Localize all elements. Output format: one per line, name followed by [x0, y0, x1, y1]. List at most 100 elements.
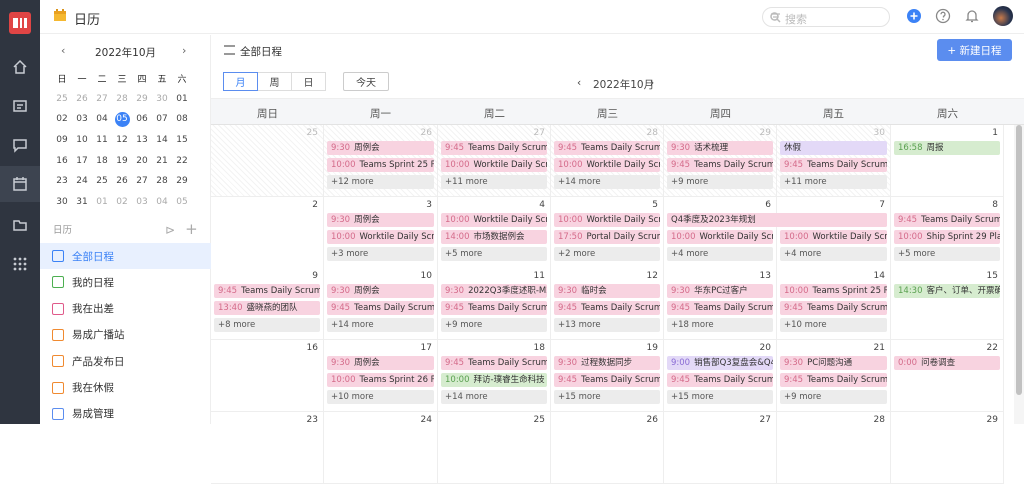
event-chip[interactable]: 10:00Teams Sprint 25 Rev...: [780, 284, 887, 298]
more-events-link[interactable]: +9 more: [780, 390, 887, 404]
more-events-link[interactable]: +12 more: [327, 175, 434, 189]
calendar-item[interactable]: 易成广播站: [40, 322, 211, 348]
mini-day[interactable]: 20: [132, 156, 152, 166]
event-chip[interactable]: 10:00Worktile Daily Scru...: [441, 158, 547, 172]
event-chip[interactable]: 9:45Teams Daily Scrum M...: [554, 141, 660, 155]
more-events-link[interactable]: +14 more: [327, 318, 434, 332]
event-chip[interactable]: 9:45Teams Daily Scrum M...: [441, 301, 547, 315]
day-cell[interactable]: 410:00Worktile Daily Scru...14:00市场数据例会+…: [438, 197, 551, 269]
more-events-link[interactable]: +5 more: [441, 247, 547, 261]
event-chip[interactable]: 9:45Teams Daily Scrum M...: [554, 301, 660, 315]
event-chip[interactable]: 13:40 盛晓燕的团队: [214, 301, 320, 315]
mini-day[interactable]: 26: [112, 176, 132, 186]
day-cell[interactable]: 22 0:00 问卷调查: [891, 340, 1004, 412]
view-day-tab[interactable]: 日: [291, 72, 326, 91]
calendar-item[interactable]: 产品发布日: [40, 348, 211, 374]
mini-day[interactable]: 11: [92, 135, 112, 145]
event-chip[interactable]: 9:45Teams Daily Scrum M...: [554, 373, 660, 387]
event-chip[interactable]: 9:45Teams Daily Scrum M...: [327, 301, 434, 315]
event-chip[interactable]: 10:00Teams Sprint 25 Pla...: [327, 158, 434, 172]
event-chip[interactable]: 9:45Teams Daily Scrum M...: [441, 356, 547, 370]
day-cell[interactable]: 14 10:00Teams Sprint 25 Rev... 9:45Teams D…: [777, 268, 891, 340]
grid-apps-icon[interactable]: [0, 246, 40, 282]
more-events-link[interactable]: +11 more: [780, 175, 887, 189]
event-chip[interactable]: 9:45Teams Daily Scrum M...: [667, 158, 773, 172]
mini-day[interactable]: 21: [152, 156, 172, 166]
day-cell[interactable]: 510:00Worktile Daily Scru...17:50Portal …: [551, 197, 664, 269]
mini-day[interactable]: 04: [92, 114, 112, 124]
mini-day[interactable]: 03: [72, 114, 92, 124]
mini-day[interactable]: 16: [52, 156, 72, 166]
mini-day[interactable]: 01: [172, 94, 192, 104]
day-cell[interactable]: 23: [211, 412, 324, 484]
event-chip[interactable]: 9:30 话术梳理: [667, 141, 773, 155]
rss-icon[interactable]: ⊳: [165, 223, 175, 237]
mini-day[interactable]: 18: [92, 156, 112, 166]
search-input[interactable]: 搜索: [762, 7, 890, 27]
mini-day[interactable]: 02: [112, 197, 132, 207]
mini-day[interactable]: 07: [152, 114, 172, 124]
event-chip[interactable]: 10:00Teams Sprint 26 Pla...: [327, 373, 434, 387]
day-cell[interactable]: 28 9:45Teams Daily Scrum M... 10:00Worktil…: [551, 125, 664, 197]
event-chip[interactable]: Q4季度及2023年规划: [667, 213, 887, 227]
day-cell[interactable]: 27 9:45Teams Daily Scrum M... 10:00Worktil…: [438, 125, 551, 197]
folder-icon[interactable]: [0, 207, 40, 243]
event-chip[interactable]: 9:45Teams Daily Scrum M...: [894, 213, 1000, 227]
more-events-link[interactable]: +14 more: [554, 175, 660, 189]
event-chip[interactable]: 10:00Worktile Daily Scru...: [554, 158, 660, 172]
event-chip[interactable]: 9:30 过程数据同步: [554, 356, 660, 370]
calendar-item[interactable]: 我的日程: [40, 269, 211, 295]
event-chip[interactable]: 14:00 市场数据例会: [441, 230, 547, 244]
day-cell[interactable]: 3 9:30周例会 10:00Worktile Daily Scru... +3 mo…: [324, 197, 438, 269]
mini-day[interactable]: 27: [132, 176, 152, 186]
day-cell[interactable]: 15 14:30客户、订单、开票确...: [891, 268, 1004, 340]
add-calendar-icon[interactable]: +: [185, 220, 198, 238]
more-events-link[interactable]: +4 more: [667, 247, 773, 261]
view-month-tab[interactable]: 月: [223, 72, 258, 91]
event-chip[interactable]: 10:00Worktile Daily Scru...: [441, 213, 547, 227]
day-cell[interactable]: 9 9:45Teams Daily Scrum M... 13:40盛晓燕的团队 +8…: [211, 268, 324, 340]
day-cell[interactable]: 199:30过程数据同步9:45Teams Daily Scrum M...+1…: [551, 340, 664, 412]
day-cell[interactable]: 25: [211, 125, 324, 197]
event-chip[interactable]: 9:45Teams Daily Scrum M...: [214, 284, 320, 298]
day-cell[interactable]: 109:30周例会9:45Teams Daily Scrum M...+14 m…: [324, 268, 438, 340]
event-chip[interactable]: 休假: [780, 141, 887, 155]
event-chip[interactable]: 10:00Worktile Daily Scru...: [554, 213, 660, 227]
day-cell[interactable]: 119:302022Q3季度述职-M2...9:45Teams Daily Sc…: [438, 268, 551, 340]
day-cell[interactable]: 16: [211, 340, 324, 412]
mini-day[interactable]: 23: [52, 176, 72, 186]
today-button[interactable]: 今天: [343, 72, 389, 91]
event-chip[interactable]: 9:30 周例会: [327, 356, 434, 370]
more-events-link[interactable]: +15 more: [667, 390, 773, 404]
prev-month-icon[interactable]: ‹: [577, 77, 581, 89]
avatar[interactable]: [993, 6, 1013, 26]
event-chip[interactable]: 9:302022Q3季度述职-M2...: [441, 284, 547, 298]
mini-day[interactable]: 13: [132, 135, 152, 145]
view-week-tab[interactable]: 周: [257, 72, 292, 91]
more-events-link[interactable]: +3 more: [327, 247, 434, 261]
day-cell[interactable]: 129:30临时会9:45Teams Daily Scrum M...+13 m…: [551, 268, 664, 340]
day-cell[interactable]: 27: [664, 412, 777, 484]
mini-day[interactable]: 31: [72, 197, 92, 207]
help-icon[interactable]: [935, 8, 951, 24]
more-events-link[interactable]: +4 more: [780, 247, 887, 261]
add-circle-icon[interactable]: [906, 8, 922, 24]
more-events-link[interactable]: +11 more: [441, 175, 547, 189]
day-cell[interactable]: 2: [211, 197, 324, 269]
mini-day[interactable]: 05: [172, 197, 192, 207]
calendar-item[interactable]: 易成管理: [40, 401, 211, 427]
event-chip[interactable]: 9:30 临时会: [554, 284, 660, 298]
event-chip[interactable]: 9:45Teams Daily Scrum M...: [667, 301, 773, 315]
mini-day[interactable]: 05: [114, 111, 130, 127]
more-events-link[interactable]: +15 more: [554, 390, 660, 404]
mini-day[interactable]: 27: [92, 94, 112, 104]
more-events-link[interactable]: +9 more: [441, 318, 547, 332]
day-cell[interactable]: 299:30话术梳理9:45Teams Daily Scrum M...+9 m…: [664, 125, 777, 197]
event-chip[interactable]: 10:00Ship Sprint 29 Plan ...: [894, 230, 1000, 244]
event-chip[interactable]: 10:00Worktile Daily Scru...: [780, 230, 887, 244]
mini-day[interactable]: 19: [112, 156, 132, 166]
more-events-link[interactable]: +18 more: [667, 318, 773, 332]
mini-day[interactable]: 25: [92, 176, 112, 186]
more-events-link[interactable]: +2 more: [554, 247, 660, 261]
event-chip[interactable]: 14:30客户、订单、开票确...: [894, 284, 1000, 298]
